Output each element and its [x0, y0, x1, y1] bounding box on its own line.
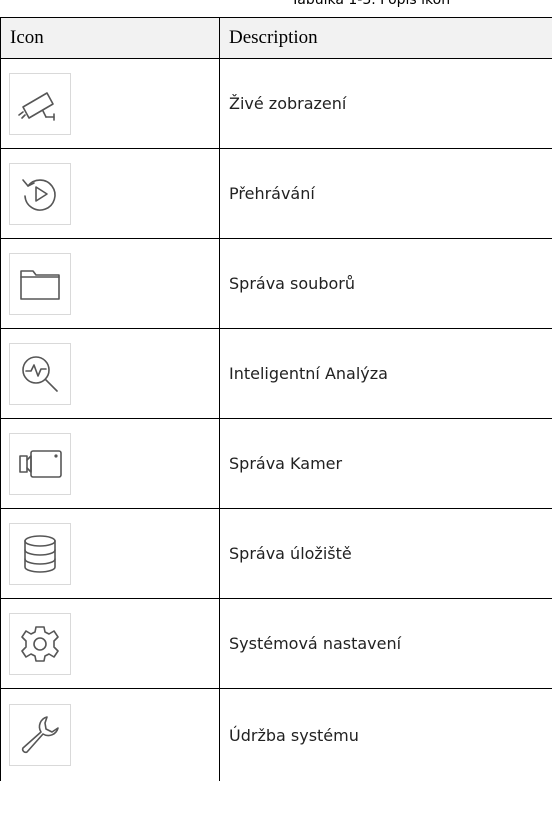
- table-row: Správa Kamer: [0, 418, 552, 509]
- table-row: Přehrávání: [0, 148, 552, 239]
- row-label: Údržba systému: [229, 725, 359, 745]
- table-row: Správa souborů: [0, 238, 552, 329]
- header-description: Description: [219, 17, 552, 59]
- surveillance-camera-icon: [9, 72, 71, 135]
- row-label: Živé zobrazení: [219, 58, 552, 149]
- table-row: Správa úložiště: [0, 508, 552, 599]
- table-row: Systémová nastavení: [0, 598, 552, 689]
- row-label: Správa Kamer: [219, 418, 552, 509]
- row-label: Systémová nastavení: [219, 598, 552, 689]
- wrench-icon: [9, 704, 71, 766]
- table-row: Inteligentní Analýza: [0, 328, 552, 419]
- analysis-magnifier-icon: [9, 342, 71, 405]
- table-header-row: Icon Description: [0, 17, 552, 59]
- playback-icon: [9, 162, 71, 225]
- table-row: Údržba systému: [0, 688, 552, 781]
- header-icon: Icon: [0, 17, 220, 59]
- row-label: Inteligentní Analýza: [219, 328, 552, 419]
- table-row: Živé zobrazení: [0, 58, 552, 149]
- video-camera-icon: [9, 432, 71, 495]
- row-label: Přehrávání: [219, 148, 552, 239]
- gear-icon: [9, 612, 71, 675]
- table-caption: Tabulka 1-3. Popis ikon: [291, 0, 451, 8]
- folder-icon: [9, 252, 71, 315]
- row-label: Správa souborů: [219, 238, 552, 329]
- icon-table: Icon Description Živé zobrazení Přehrává…: [0, 17, 552, 781]
- database-icon: [9, 522, 71, 585]
- row-label: Správa úložiště: [219, 508, 552, 599]
